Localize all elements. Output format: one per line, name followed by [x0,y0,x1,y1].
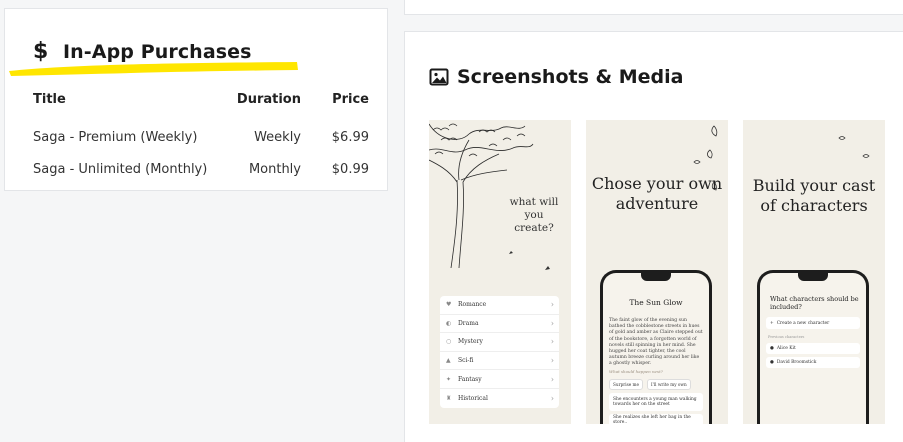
screenshot-thumbnail-3[interactable]: Build your cast of characters What chara… [743,120,885,424]
chevron-right-icon: › [550,374,554,384]
characters-question: What characters should be included? [770,295,859,311]
screenshot-headline: Build your cast of characters [752,176,876,215]
phone-mockup: What characters should be included? + Cre… [757,270,869,424]
phone-notch [641,273,671,281]
category-label: Fantasy [458,375,482,383]
column-header-price: Price [332,91,369,107]
tree-illustration [429,123,550,270]
category-label: Mystery [458,338,483,346]
column-header-title: Title [33,91,66,107]
phone-mockup: The Sun Glow The faint glow of the eveni… [600,270,712,424]
screenshot-headline: Chose your own adventure [591,174,723,213]
screenshot-thumbnail-1[interactable]: what will you create? ♥ Romance › ◐ Drama › … [429,120,571,424]
mask-icon: ◐ [446,319,452,327]
purchase-title: Saga - Unlimited (Monthly) [33,161,208,177]
purchase-price: $0.99 [331,161,369,177]
create-character-label: Create a new character [776,320,830,326]
story-option: She encounters a young man walking towar… [609,393,703,411]
character-name: Alice Kit [776,346,796,351]
chevron-right-icon: › [550,393,554,403]
media-header: Screenshots & Media [429,66,683,88]
surprise-me-chip: Surprise me [609,379,643,390]
magnifier-icon: ○ [446,338,452,346]
iap-table: Title Duration Price Saga - Premium (Wee… [33,89,369,185]
character-name: David Broomstick [776,360,817,365]
previous-characters-label: Previous characters [768,335,805,339]
table-row: Saga - Unlimited (Monthly) Monthly $0.99 [33,153,369,185]
story-text: The faint glow of the evening sun bathed… [609,318,703,367]
list-item: ✦ Fantasy › [440,370,559,389]
list-item: ♥ Romance › [440,296,559,315]
category-label: Historical [458,394,488,402]
castle-icon: ♜ [446,394,452,402]
write-own-chip: I'll write my own [647,379,691,390]
chevron-right-icon: › [550,337,554,347]
screenshot-thumbnail-2[interactable]: Chose your own adventure The Sun Glow Th… [586,120,728,424]
table-row: Saga - Premium (Weekly) Weekly $6.99 [33,109,369,153]
category-list: ♥ Romance › ◐ Drama › ○ Mystery › ▲ Sci-fi › ✦ Fa… [440,296,559,408]
chevron-right-icon: › [550,356,554,366]
person-icon: ● [770,360,774,365]
media-title: Screenshots & Media [457,66,684,88]
story-title: The Sun Glow [629,298,683,307]
sparkle-icon: ✦ [446,375,452,383]
story-option: She realizes she left her bag in the sto… [609,414,703,424]
character-row: ● David Broomstick [766,357,860,368]
list-item: ▲ Sci-fi › [440,352,559,371]
plus-icon: + [770,320,774,326]
purchase-title: Saga - Premium (Weekly) [33,129,198,145]
image-icon [429,68,449,86]
character-row: ● Alice Kit [766,343,860,354]
phone-notch [798,273,828,281]
phone-screen: The Sun Glow The faint glow of the eveni… [603,273,709,424]
purchase-price: $6.99 [331,129,369,145]
column-header-duration: Duration [236,91,301,107]
iap-title: In-App Purchases [63,40,252,63]
person-icon: ● [770,346,774,351]
previous-section-card [404,0,903,15]
chevron-right-icon: › [550,318,554,328]
iap-header: $ In-App Purchases [33,39,252,64]
purchase-duration: Monthly [248,161,301,177]
category-label: Drama [458,319,479,327]
purchase-duration: Weekly [254,129,301,145]
screenshot-headline: what will you create? [509,196,559,234]
next-prompt-hint: What should happen next? [609,369,663,374]
phone-screen: What characters should be included? + Cre… [760,273,866,424]
category-label: Romance [458,301,487,309]
list-item: ◐ Drama › [440,315,559,334]
list-item: ♜ Historical › [440,389,559,408]
chevron-right-icon: › [550,300,554,310]
in-app-purchases-card: $ In-App Purchases Title Duration Price … [4,8,388,191]
list-item: ○ Mystery › [440,333,559,352]
category-label: Sci-fi [458,357,474,365]
heart-icon: ♥ [446,301,452,309]
rocket-icon: ▲ [446,357,451,365]
create-character-row: + Create a new character [766,317,860,329]
dollar-icon: $ [33,39,49,64]
